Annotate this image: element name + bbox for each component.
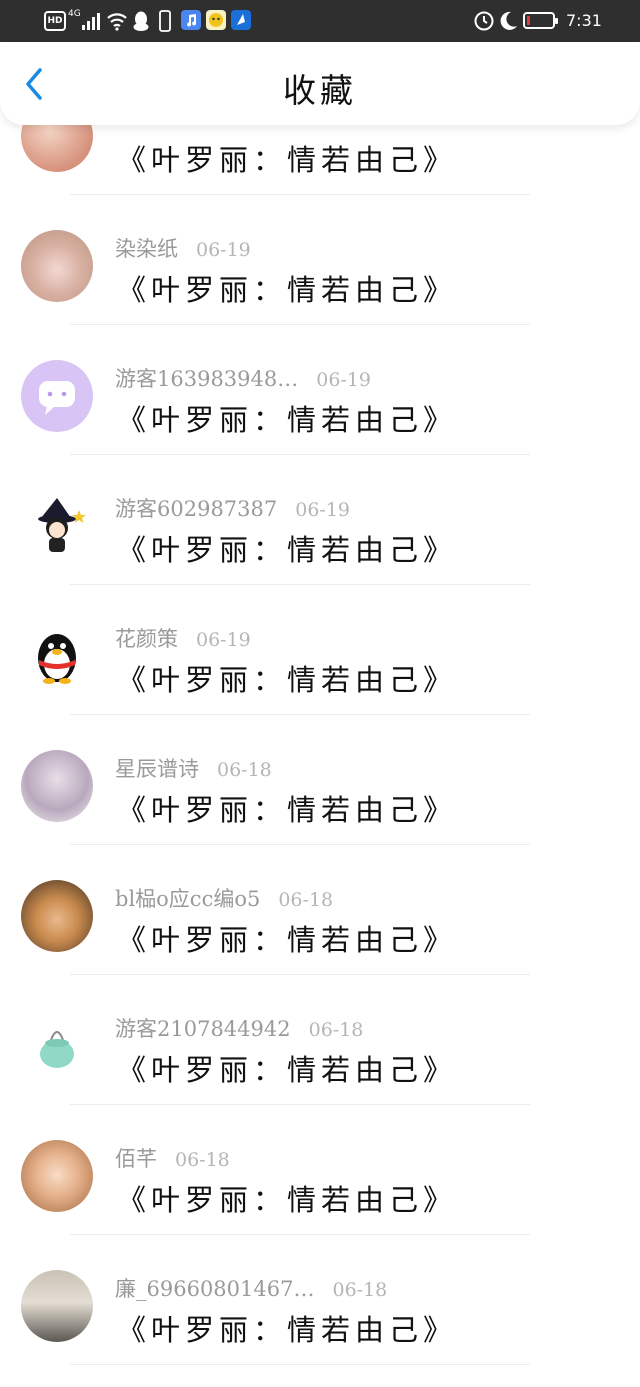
battery-icon bbox=[523, 12, 558, 29]
map-app-icon bbox=[231, 10, 251, 30]
witch-avatar[interactable] bbox=[21, 490, 93, 562]
music-app-icon bbox=[181, 10, 201, 30]
user-name[interactable]: 星辰谱诗 bbox=[115, 757, 199, 781]
penguin-avatar[interactable] bbox=[21, 620, 93, 692]
post-date: 06-18 bbox=[332, 1279, 388, 1301]
list-item[interactable]: 游客2107844942 06-18 《叶罗丽：情若由己》 bbox=[0, 975, 640, 1105]
favorite-title[interactable]: 《叶罗丽：情若由己》 bbox=[117, 1047, 457, 1089]
user-name[interactable]: 花颜策 bbox=[115, 627, 178, 651]
user-name[interactable]: 染染纸 bbox=[115, 237, 178, 261]
list-item[interactable]: 染染纸 06-19 《叶罗丽：情若由己》 bbox=[0, 195, 640, 325]
user-name[interactable]: 佰芊 bbox=[115, 1147, 157, 1171]
favorite-title[interactable]: 《叶罗丽：情若由己》 bbox=[117, 137, 457, 179]
divider bbox=[70, 1364, 530, 1365]
hd-icon: HD bbox=[44, 11, 66, 31]
family-photo-avatar[interactable] bbox=[21, 1270, 93, 1342]
room-photo-avatar[interactable] bbox=[21, 230, 93, 302]
list-item[interactable]: 星辰谱诗 06-18 《叶罗丽：情若由己》 bbox=[0, 715, 640, 845]
painted-girl-avatar[interactable] bbox=[21, 1140, 93, 1212]
qq-icon bbox=[133, 11, 149, 31]
list-item[interactable]: bl榀o应cc编o5 06-18 《叶罗丽：情若由己》 bbox=[0, 845, 640, 975]
status-bar: HD 4G 7:31 bbox=[0, 0, 640, 42]
post-date: 06-19 bbox=[196, 239, 251, 261]
user-name[interactable]: 游客602987387 bbox=[115, 497, 277, 521]
post-date: 06-18 bbox=[217, 759, 272, 781]
favorites-list: 《叶罗丽：情若由己》 染染纸 06-19 《叶罗丽：情若由己》 游客1639839… bbox=[0, 65, 640, 1365]
list-item[interactable]: 佰芊 06-18 《叶罗丽：情若由己》 bbox=[0, 1105, 640, 1235]
list-item[interactable]: 游客163983948… 06-19 《叶罗丽：情若由己》 bbox=[0, 325, 640, 455]
page-header: 收藏 bbox=[0, 42, 640, 125]
girl-hair-avatar[interactable] bbox=[21, 750, 93, 822]
favorite-title[interactable]: 《叶罗丽：情若由己》 bbox=[117, 917, 457, 959]
moon-icon bbox=[500, 11, 517, 30]
favorite-title[interactable]: 《叶罗丽：情若由己》 bbox=[117, 657, 457, 699]
post-date: 06-19 bbox=[295, 499, 351, 521]
favorite-title[interactable]: 《叶罗丽：情若由己》 bbox=[117, 1307, 457, 1349]
green-bag-avatar[interactable] bbox=[21, 1010, 93, 1082]
post-date: 06-19 bbox=[316, 369, 372, 391]
page-title: 收藏 bbox=[283, 71, 357, 110]
user-name[interactable]: 廉_69660801467… bbox=[115, 1277, 314, 1301]
post-date: 06-18 bbox=[308, 1019, 364, 1041]
user-name[interactable]: 游客163983948… bbox=[115, 367, 298, 391]
favorite-title[interactable]: 《叶罗丽：情若由己》 bbox=[117, 527, 457, 569]
signal-icon bbox=[82, 12, 100, 30]
post-date: 06-18 bbox=[175, 1149, 230, 1171]
favorite-title[interactable]: 《叶罗丽：情若由己》 bbox=[117, 1177, 457, 1219]
wifi-icon bbox=[107, 13, 127, 31]
user-name[interactable]: bl榀o应cc编o5 bbox=[115, 887, 260, 911]
anime-boy-avatar[interactable] bbox=[21, 880, 93, 952]
alarm-icon bbox=[474, 11, 494, 31]
purple-chat-avatar[interactable] bbox=[21, 360, 93, 432]
favorite-title[interactable]: 《叶罗丽：情若由己》 bbox=[117, 397, 457, 439]
chat-app-icon bbox=[206, 10, 226, 30]
list-item[interactable]: 游客602987387 06-19 《叶罗丽：情若由己》 bbox=[0, 455, 640, 585]
clock: 7:31 bbox=[566, 11, 602, 30]
user-name[interactable]: 游客2107844942 bbox=[115, 1017, 291, 1041]
favorite-title[interactable]: 《叶罗丽：情若由己》 bbox=[117, 787, 457, 829]
network-type: 4G bbox=[68, 9, 81, 19]
list-item[interactable]: 花颜策 06-19 《叶罗丽：情若由己》 bbox=[0, 585, 640, 715]
phone-storage-icon bbox=[159, 10, 171, 32]
list-item[interactable]: 廉_69660801467… 06-18 《叶罗丽：情若由己》 bbox=[0, 1235, 640, 1365]
favorite-title[interactable]: 《叶罗丽：情若由己》 bbox=[117, 267, 457, 309]
post-date: 06-19 bbox=[196, 629, 251, 651]
post-date: 06-18 bbox=[278, 889, 334, 911]
